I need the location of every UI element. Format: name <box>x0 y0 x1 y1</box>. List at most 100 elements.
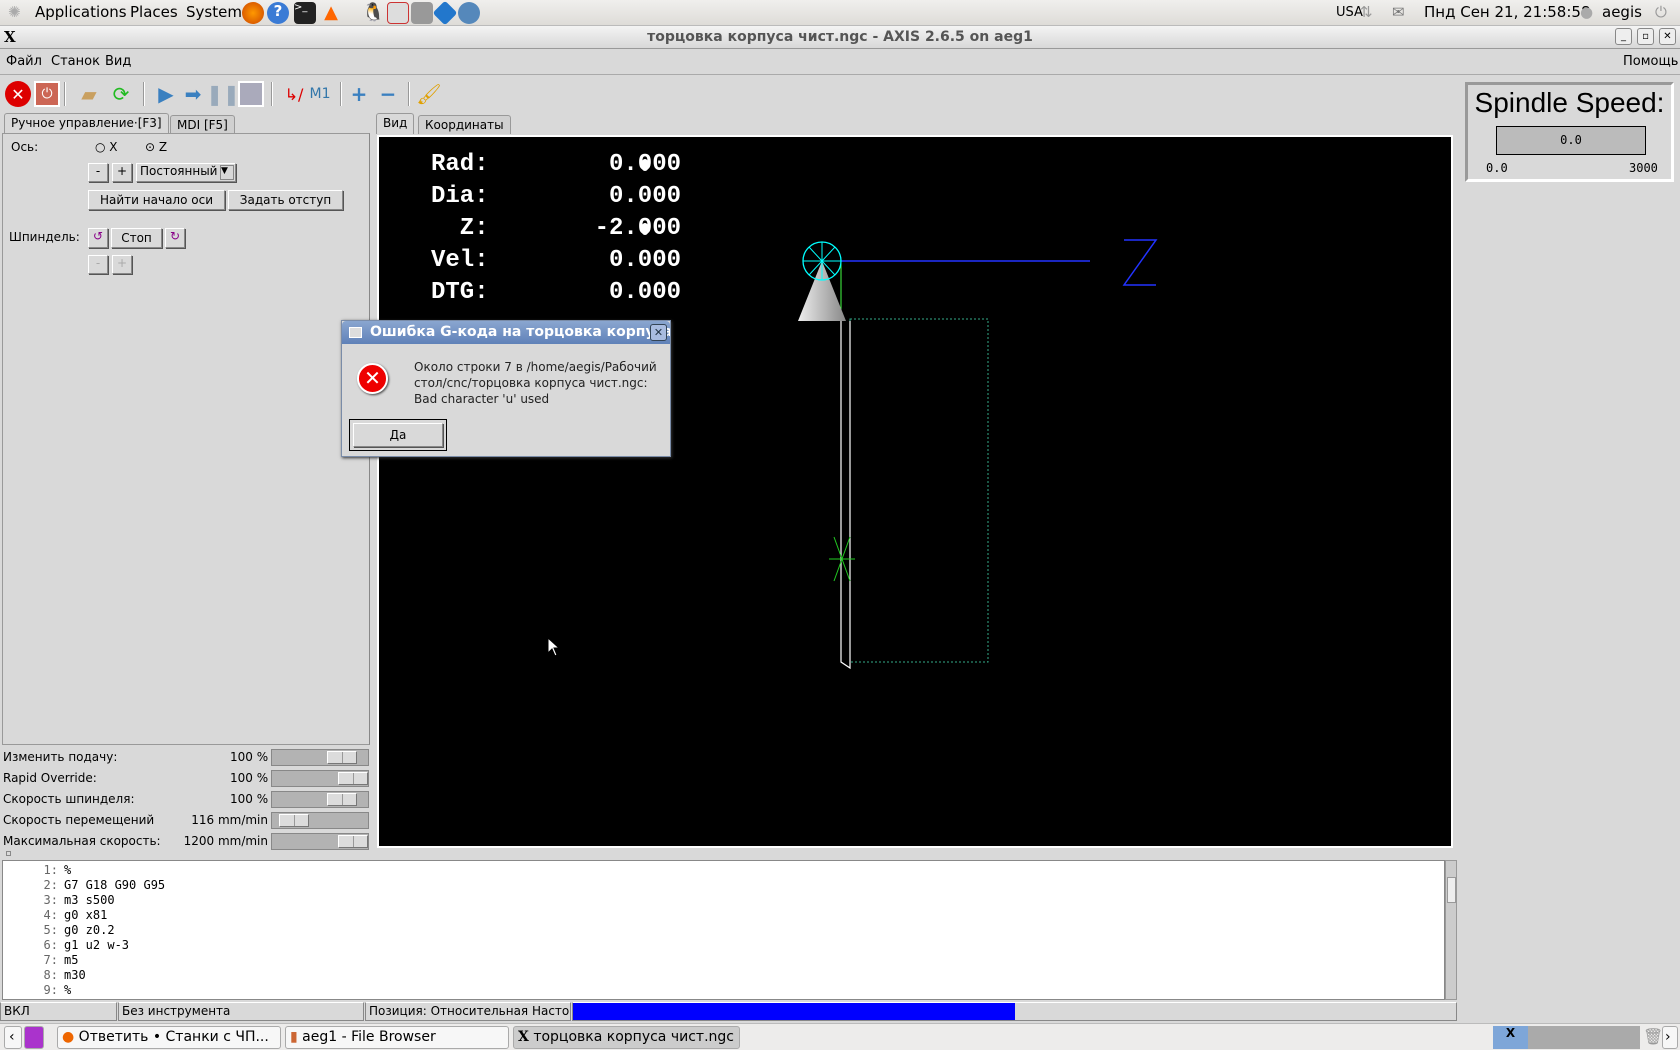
user-name[interactable]: aegis <box>1602 3 1642 21</box>
terminal-icon[interactable]: >_ <box>294 2 316 24</box>
firefox-icon[interactable] <box>242 2 264 24</box>
dialog-close-icon[interactable]: ✕ <box>650 324 667 341</box>
tab-mdi[interactable]: MDI [F5] <box>170 115 235 134</box>
override-slider[interactable] <box>271 791 369 808</box>
step-icon[interactable]: ➡ <box>180 81 206 107</box>
override-label: Скорость перемещений <box>3 813 155 827</box>
slider-thumb[interactable] <box>338 772 368 785</box>
optional-stop-icon[interactable]: M1 <box>307 81 333 107</box>
help-icon[interactable]: ? <box>267 2 289 24</box>
gcode-line[interactable]: 7: m5 <box>3 953 79 968</box>
spindle-faster-button[interactable]: + <box>112 255 132 274</box>
spindle-cw-icon[interactable]: ↻ <box>165 228 185 248</box>
open-file-icon[interactable]: ▰ <box>76 81 102 107</box>
pane-resize-handle[interactable] <box>6 851 11 856</box>
tab-preview[interactable]: Вид <box>376 113 415 134</box>
gcode-line[interactable]: 5: g0 z0.2 <box>3 923 115 938</box>
network-icon[interactable] <box>432 0 458 26</box>
jog-plus-button[interactable]: + <box>112 163 132 182</box>
override-label: Максимальная скорость: <box>3 834 161 848</box>
jog-mode-select[interactable]: Постоянный ▼ <box>136 163 236 182</box>
override-slider[interactable] <box>271 812 369 829</box>
dialog-title: Ошибка G-кода на торцовка корпуса чист.n… <box>342 321 670 344</box>
menu-help[interactable]: Помощь <box>1623 54 1678 69</box>
gcode-line[interactable]: 8: m30 <box>3 968 86 983</box>
menu-system[interactable]: System <box>186 3 242 21</box>
task-file-browser[interactable]: ▮ aeg1 - File Browser <box>285 1026 509 1049</box>
slider-thumb[interactable] <box>327 751 357 764</box>
trash-icon[interactable]: 🗑 <box>1643 1027 1663 1046</box>
gcode-line[interactable]: 4: g0 x81 <box>3 908 108 923</box>
taskbar-scroll-left[interactable]: ‹ <box>4 1026 22 1049</box>
stop-icon[interactable] <box>238 81 264 107</box>
zoom-out-icon[interactable]: − <box>375 81 401 107</box>
axis-radio-z[interactable]: ⊙ Z <box>145 140 167 154</box>
home-axis-button[interactable]: Найти начало оси <box>88 190 225 210</box>
show-desktop-icon[interactable] <box>24 1026 44 1049</box>
gcode-line[interactable]: 1:% <box>3 863 72 878</box>
display-icon[interactable] <box>387 2 409 24</box>
spindle-speed-panel: Spindle Speed: 0.0 0.0 3000 <box>1465 82 1674 182</box>
mail-icon[interactable]: ✉ <box>1392 3 1405 21</box>
slider-thumb[interactable] <box>279 814 309 827</box>
override-slider[interactable] <box>271 770 369 787</box>
power-toggle-icon[interactable]: ⏻ <box>34 81 60 107</box>
menu-file[interactable]: Файл <box>6 54 42 69</box>
workspace-switcher[interactable]: X <box>1493 1026 1640 1049</box>
override-value: 100 % <box>230 771 269 785</box>
taskbar: ‹ ● Ответить • Станки с ЧП... ▮ aeg1 - F… <box>0 1023 1680 1050</box>
spindle-speed-min: 0.0 <box>1486 161 1508 175</box>
estop-icon[interactable]: ✕ <box>5 81 31 107</box>
penguin-icon[interactable]: 🐧 <box>362 2 384 24</box>
minimize-button[interactable]: _ <box>1615 28 1632 45</box>
jog-minus-button[interactable]: - <box>88 163 108 182</box>
close-button[interactable]: ✕ <box>1659 28 1676 45</box>
clock[interactable]: Пнд Сен 21, 21:58:58 <box>1424 3 1591 21</box>
override-slider[interactable] <box>271 749 369 766</box>
status-machine-state: ВКЛ <box>0 1002 117 1021</box>
spindle-slower-button[interactable]: - <box>88 255 108 274</box>
spindle-ccw-icon[interactable]: ↺ <box>88 228 108 248</box>
status-position: Позиция: Относительная Настоящая <box>365 1002 571 1021</box>
dialog-ok-button[interactable]: Да <box>353 423 443 447</box>
spindle-stop-button[interactable]: Стоп <box>111 228 162 248</box>
axis-radio-x[interactable]: ○ X <box>95 140 118 154</box>
gcode-line[interactable]: 2: G7 G18 G90 G95 <box>3 878 166 893</box>
ubuntu-logo-icon[interactable]: ✺ <box>8 3 21 21</box>
menu-places[interactable]: Places <box>130 3 178 21</box>
zoom-in-icon[interactable]: + <box>346 81 372 107</box>
maximize-button[interactable]: ▫ <box>1637 28 1654 45</box>
menu-applications[interactable]: Applications <box>35 3 127 21</box>
tab-manual[interactable]: Ручное управление·[F3] <box>4 113 169 134</box>
task-firefox[interactable]: ● Ответить • Станки с ЧП... <box>57 1026 281 1049</box>
menu-view[interactable]: Вид <box>105 54 131 69</box>
override-slider[interactable] <box>271 833 369 850</box>
gcode-listing[interactable]: 1:% 2: G7 G18 G90 G95 3: m3 s500 4: g0 x81 5: g0… <box>2 860 1445 1000</box>
network-status-icon[interactable]: ⇅ <box>1360 3 1373 21</box>
spindle-label: Шпиндель: <box>9 230 80 244</box>
calculator-icon[interactable] <box>411 2 433 24</box>
task-axis[interactable]: X торцовка корпуса чист.ngc <box>513 1026 740 1049</box>
reload-icon[interactable]: ⟳ <box>108 81 134 107</box>
power-icon[interactable]: ⏻ <box>1655 3 1667 21</box>
taskbar-scroll-right[interactable]: › <box>1662 1026 1678 1049</box>
run-icon[interactable]: ▶ <box>153 81 179 107</box>
tab-dro[interactable]: Координаты <box>418 115 511 134</box>
preview-canvas[interactable]: Rad:0.000Dia:0.000 Z:-2.000Vel:0.000DTG:… <box>377 135 1453 848</box>
z-axis-glyph-icon <box>1122 239 1158 286</box>
gcode-line[interactable]: 9:% <box>3 983 72 998</box>
status-tool: Без инструмента <box>118 1002 364 1021</box>
pause-icon[interactable]: ❚❚ <box>206 81 240 107</box>
gcode-line[interactable]: 6: g1 u2 w-3 <box>3 938 129 953</box>
gcode-scrollbar[interactable] <box>1445 860 1457 1000</box>
keyboard-layout[interactable]: USA <box>1336 5 1363 20</box>
menu-machine[interactable]: Станок <box>51 54 100 69</box>
block-delete-icon[interactable]: ↳/ <box>281 81 307 107</box>
slider-thumb[interactable] <box>338 835 368 848</box>
touch-off-button[interactable]: Задать отступ <box>228 190 343 210</box>
pidgin-icon[interactable] <box>458 2 480 24</box>
gcode-line[interactable]: 3: m3 s500 <box>3 893 115 908</box>
slider-thumb[interactable] <box>327 793 357 806</box>
clear-plot-icon[interactable]: 🖌 <box>416 81 442 107</box>
vlc-icon[interactable]: ▲ <box>320 2 342 24</box>
